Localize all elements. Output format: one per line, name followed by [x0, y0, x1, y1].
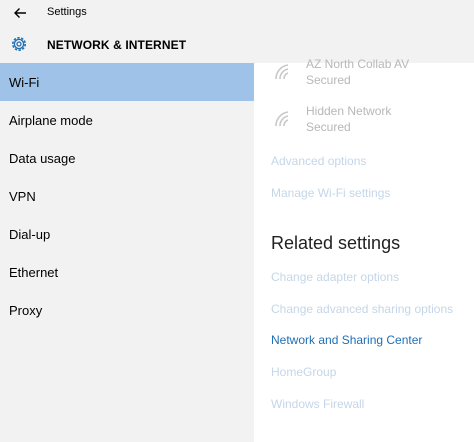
page-title: NETWORK & INTERNET	[47, 38, 187, 52]
sidebar-item-label: Ethernet	[9, 264, 59, 280]
manage-wifi-settings-link[interactable]: Manage Wi-Fi settings	[271, 186, 390, 200]
windows-firewall-link[interactable]: Windows Firewall	[271, 397, 364, 411]
change-adapter-options-link[interactable]: Change adapter options	[271, 270, 399, 284]
main-content: AZ North Collab AV Secured Hidden Networ…	[254, 57, 474, 442]
sidebar-item-label: Airplane mode	[9, 112, 93, 128]
advanced-options-link[interactable]: Advanced options	[271, 154, 366, 168]
network-status: Secured	[306, 73, 351, 87]
sidebar-item-airplane-mode[interactable]: Airplane mode	[0, 101, 254, 139]
title-bar: Settings	[0, 0, 474, 26]
network-name: AZ North Collab AV	[306, 57, 410, 71]
back-arrow-icon[interactable]	[12, 5, 28, 21]
sidebar-item-vpn[interactable]: VPN	[0, 177, 254, 215]
sidebar-item-label: Proxy	[9, 302, 43, 318]
network-status: Secured	[306, 120, 351, 134]
sidebar-item-label: Wi-Fi	[9, 74, 40, 90]
wifi-secured-icon	[275, 111, 289, 127]
network-sharing-center-link[interactable]: Network and Sharing Center	[271, 333, 422, 347]
sidebar-item-label: Data usage	[9, 150, 76, 166]
network-name: Hidden Network	[306, 104, 392, 118]
app-title: Settings	[47, 6, 87, 18]
sidebar: Wi-Fi Airplane mode Data usage VPN Dial-…	[0, 63, 254, 442]
sidebar-item-wifi[interactable]: Wi-Fi	[0, 63, 254, 101]
wifi-secured-icon	[275, 64, 289, 80]
sidebar-item-proxy[interactable]: Proxy	[0, 291, 254, 329]
sidebar-item-ethernet[interactable]: Ethernet	[0, 253, 254, 291]
change-advanced-sharing-link[interactable]: Change advanced sharing options	[271, 302, 453, 316]
gear-icon	[12, 37, 26, 51]
network-item[interactable]: Hidden Network Secured	[272, 104, 472, 144]
network-item[interactable]: AZ North Collab AV Secured	[272, 57, 472, 97]
sidebar-item-label: VPN	[9, 188, 36, 204]
homegroup-link[interactable]: HomeGroup	[271, 365, 336, 379]
sidebar-item-dial-up[interactable]: Dial-up	[0, 215, 254, 253]
related-settings-heading: Related settings	[271, 233, 401, 253]
sidebar-item-data-usage[interactable]: Data usage	[0, 139, 254, 177]
sidebar-item-label: Dial-up	[9, 226, 51, 242]
